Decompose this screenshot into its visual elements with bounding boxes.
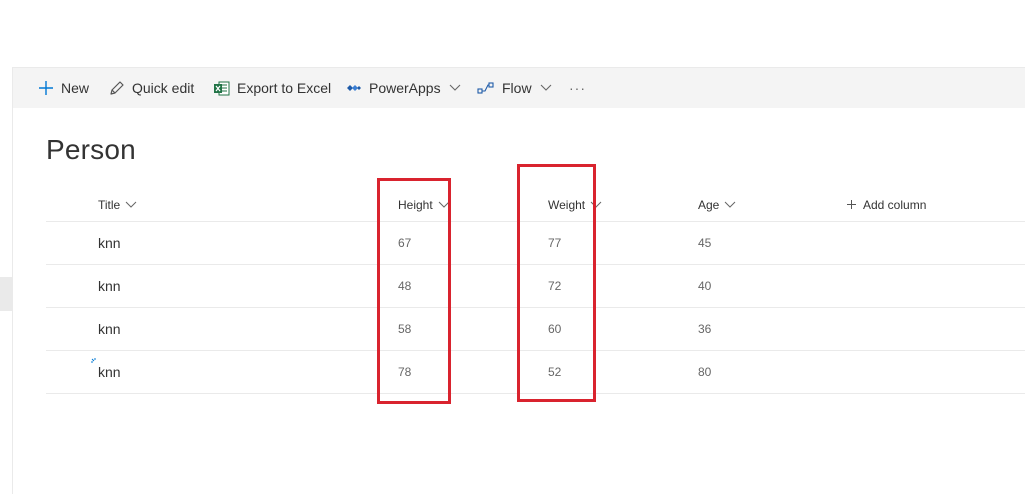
add-column-button[interactable]: Add column xyxy=(846,188,926,221)
quick-edit-button[interactable]: Quick edit xyxy=(108,68,194,108)
column-header-label: Age xyxy=(698,197,720,212)
cell-age: 80 xyxy=(698,365,712,379)
cell-age: 36 xyxy=(698,322,712,336)
chevron-down-icon xyxy=(725,201,736,208)
flow-label: Flow xyxy=(502,80,532,96)
column-header-label: Title xyxy=(98,197,121,212)
column-header-age[interactable]: Age xyxy=(698,188,736,221)
command-bar: New Quick edit Export to Excel PowerApps… xyxy=(13,67,1025,108)
pencil-icon xyxy=(108,80,125,97)
export-to-excel-button[interactable]: Export to Excel xyxy=(213,68,331,108)
left-rail-tab[interactable] xyxy=(0,277,12,311)
cell-title[interactable]: knn xyxy=(98,265,121,307)
powerapps-menu[interactable]: PowerApps xyxy=(346,68,461,108)
quick-edit-label: Quick edit xyxy=(132,80,195,96)
more-icon: ··· xyxy=(569,80,586,96)
cell-age: 40 xyxy=(698,279,712,293)
cell-title[interactable]: knn xyxy=(98,351,121,393)
chevron-down-icon xyxy=(449,84,461,92)
export-label: Export to Excel xyxy=(237,80,332,96)
height-column-highlight xyxy=(377,178,451,404)
chevron-down-icon xyxy=(125,201,137,208)
new-button[interactable]: New xyxy=(38,68,89,108)
flow-icon xyxy=(477,81,495,95)
excel-icon xyxy=(213,80,230,97)
cell-title[interactable]: knn xyxy=(98,308,121,350)
plus-icon xyxy=(38,80,54,96)
page-title: Person xyxy=(46,134,136,165)
flow-menu[interactable]: Flow xyxy=(477,68,552,108)
plus-icon xyxy=(847,200,856,209)
column-header-title[interactable]: Title xyxy=(98,188,137,221)
cell-title[interactable]: knn xyxy=(98,222,121,264)
add-column-label: Add column xyxy=(863,197,927,212)
cell-age: 45 xyxy=(698,236,712,250)
new-label: New xyxy=(61,80,90,96)
left-rail xyxy=(0,67,13,494)
weight-column-highlight xyxy=(517,164,596,402)
powerapps-icon xyxy=(346,80,362,96)
powerapps-label: PowerApps xyxy=(369,80,441,96)
more-button[interactable]: ··· xyxy=(569,68,586,108)
chevron-down-icon xyxy=(540,84,552,92)
